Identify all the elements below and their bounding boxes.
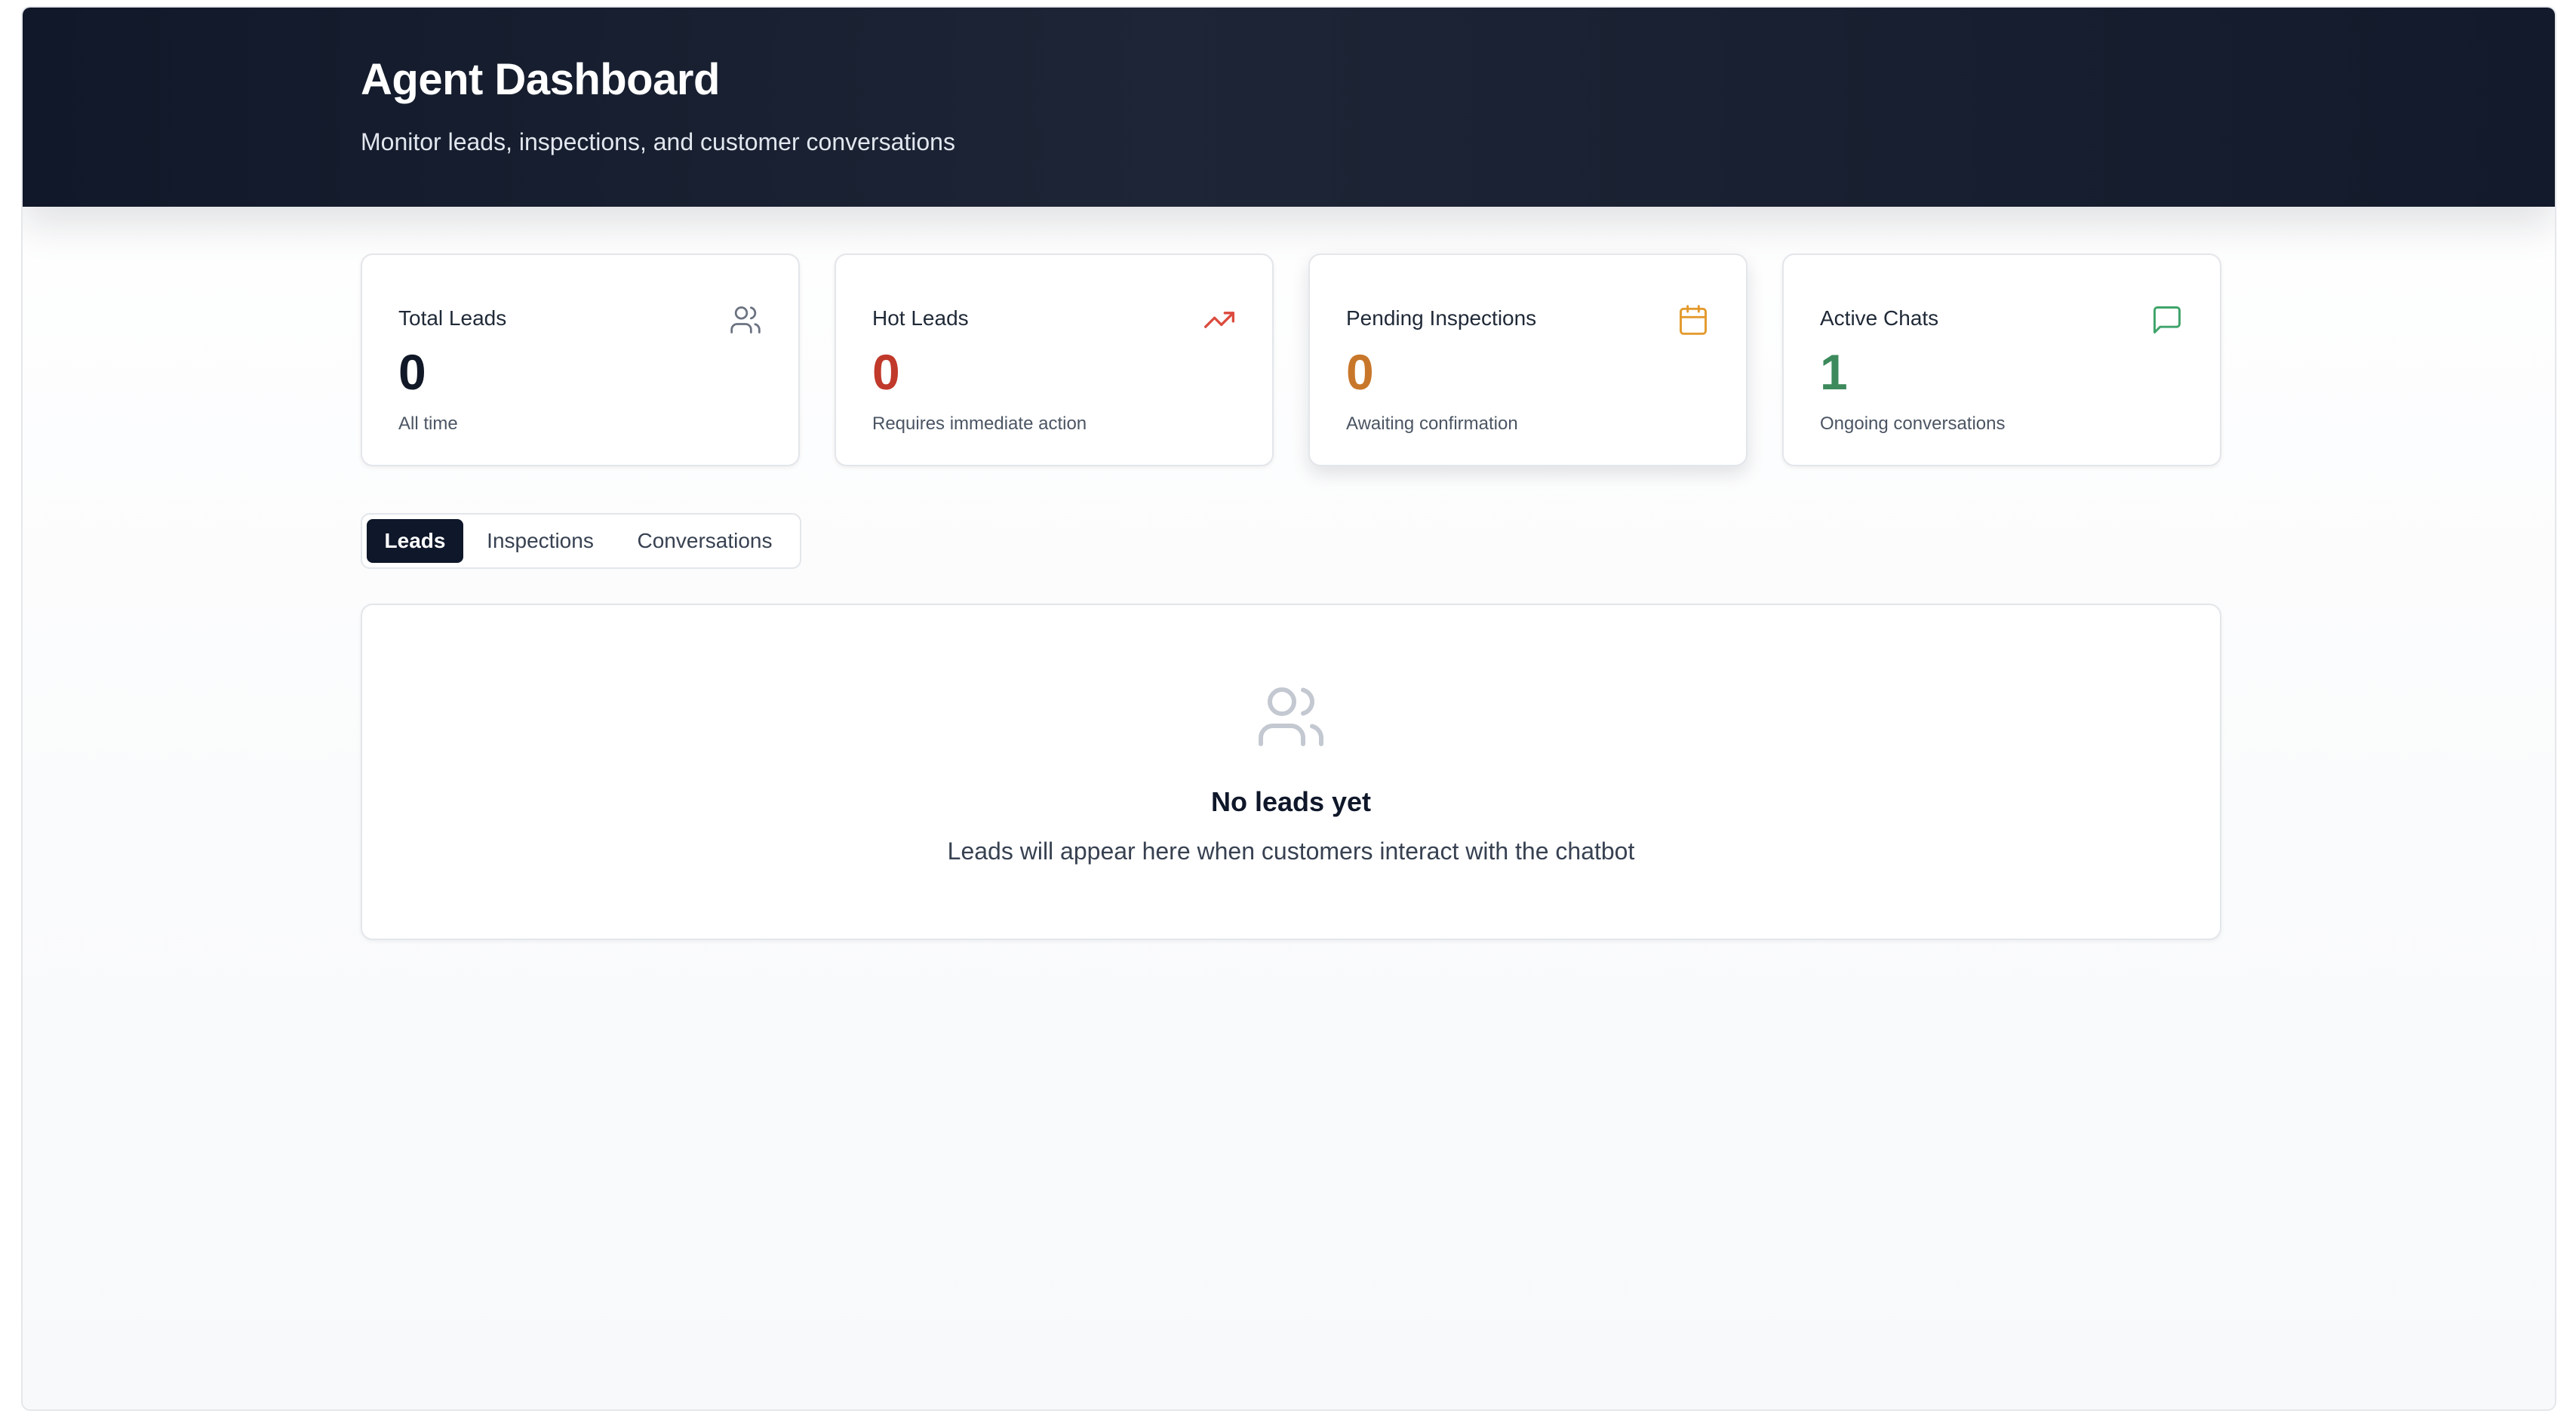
stat-label: Total Leads [398, 306, 507, 330]
users-icon [1259, 687, 1323, 746]
stat-value: 0 [872, 344, 900, 400]
stat-value: 0 [398, 344, 426, 400]
stat-value: 0 [1346, 344, 1374, 400]
stat-note: Ongoing conversations [1820, 413, 2006, 434]
stat-label: Active Chats [1820, 306, 1939, 330]
stat-card-hot-leads: Hot Leads 0 Requires immediate action [835, 254, 1274, 466]
stat-label: Pending Inspections [1346, 306, 1537, 330]
users-icon [730, 306, 761, 333]
app-window: Agent Dashboard Monitor leads, inspectio… [21, 6, 2556, 1411]
page-subtitle: Monitor leads, inspections, and customer… [361, 128, 955, 155]
page-title: Agent Dashboard [361, 55, 720, 104]
stat-note: All time [398, 413, 458, 434]
page-header: Agent Dashboard Monitor leads, inspectio… [23, 8, 2555, 207]
stat-label: Hot Leads [872, 306, 969, 330]
message-square-icon [2153, 306, 2181, 333]
tab-conversations[interactable]: Conversations [617, 519, 792, 563]
stat-card-pending-inspections: Pending Inspections 0 Awaiting confirmat… [1308, 254, 1748, 466]
empty-state-description: Leads will appear here when customers in… [947, 838, 1635, 865]
tab-leads[interactable]: Leads [367, 519, 463, 563]
stat-value: 1 [1820, 344, 1848, 400]
stat-note: Awaiting confirmation [1346, 413, 1518, 434]
stats-row: Total Leads 0 All time Hot Leads 0 Requi… [361, 254, 2221, 466]
tab-bar: Leads Inspections Conversations [361, 513, 801, 569]
stat-card-total-leads: Total Leads 0 All time [361, 254, 800, 466]
stat-card-active-chats: Active Chats 1 Ongoing conversations [1782, 254, 2221, 466]
calendar-icon [1680, 305, 1707, 335]
empty-state-title: No leads yet [1210, 786, 1372, 817]
stat-note: Requires immediate action [872, 413, 1087, 434]
trending-up-icon [1204, 312, 1234, 328]
tab-inspections[interactable]: Inspections [474, 519, 607, 563]
leads-panel: No leads yet Leads will appear here when… [361, 604, 2221, 940]
